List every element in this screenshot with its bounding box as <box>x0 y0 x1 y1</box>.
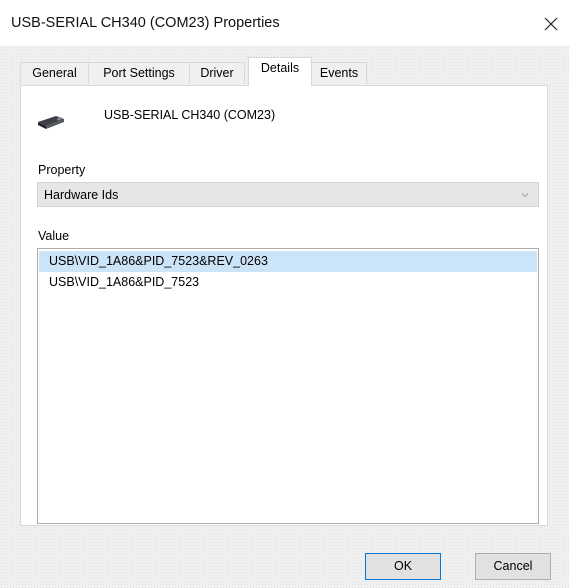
property-label: Property <box>38 163 86 177</box>
value-label: Value <box>38 229 70 243</box>
tab-driver[interactable]: Driver <box>189 62 245 84</box>
value-list[interactable]: USB\VID_1A86&PID_7523&REV_0263 USB\VID_1… <box>37 248 539 524</box>
cancel-button[interactable]: Cancel <box>475 553 551 580</box>
property-dropdown[interactable]: Hardware Ids <box>37 182 539 207</box>
property-selected-value: Hardware Ids <box>44 188 119 202</box>
device-name: USB-SERIAL CH340 (COM23) <box>104 108 276 122</box>
tab-events[interactable]: Events <box>311 62 367 84</box>
title-bar: USB-SERIAL CH340 (COM23) Properties <box>0 0 569 46</box>
ok-button[interactable]: OK <box>365 553 441 580</box>
tab-details[interactable]: Details <box>248 57 312 86</box>
close-button[interactable] <box>536 9 566 39</box>
window-title: USB-SERIAL CH340 (COM23) Properties <box>11 15 280 31</box>
tab-strip: General Port Settings Driver Details Eve… <box>0 46 569 86</box>
serial-device-icon <box>38 116 64 129</box>
chevron-down-icon <box>521 193 529 198</box>
tab-general[interactable]: General <box>20 62 89 84</box>
list-item[interactable]: USB\VID_1A86&PID_7523&REV_0263 <box>39 251 537 272</box>
tab-port-settings[interactable]: Port Settings <box>88 62 190 84</box>
close-icon <box>544 17 558 31</box>
list-item[interactable]: USB\VID_1A86&PID_7523 <box>39 272 537 293</box>
dialog-background-left <box>0 85 20 526</box>
dialog-background-right <box>548 85 569 526</box>
